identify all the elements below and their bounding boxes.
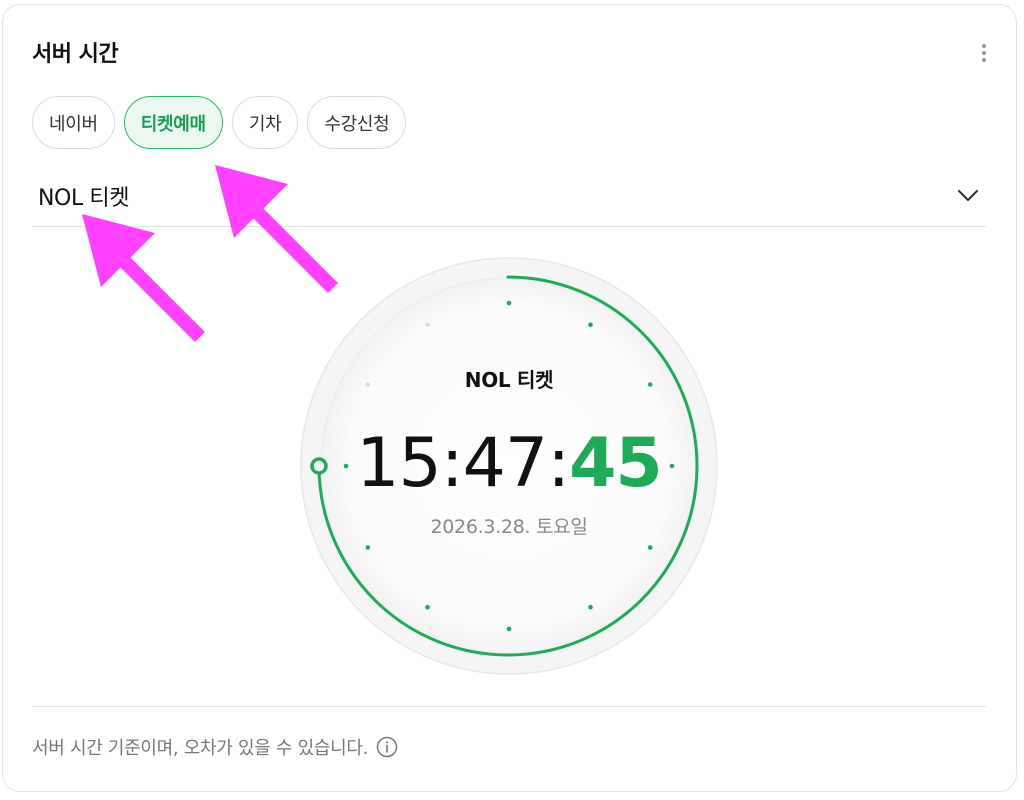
more-options-button[interactable] (972, 38, 996, 68)
category-tabs: 네이버 티켓예매 기차 수강신청 (32, 96, 407, 149)
clock-tick-4 (647, 545, 653, 550)
tab-naver[interactable]: 네이버 (32, 96, 115, 149)
clock-seconds: 45 (569, 424, 663, 503)
tab-train[interactable]: 기차 (231, 96, 299, 149)
clock-hours-minutes: 15:47: (356, 424, 570, 503)
clock-time: 15:47:45 (299, 424, 719, 504)
card-title: 서버 시간 (32, 42, 119, 67)
chevron-down-icon (958, 190, 978, 201)
info-icon[interactable] (376, 736, 398, 758)
notice-text: 서버 시간 기준이며, 오차가 있을 수 있습니다. (32, 738, 369, 759)
more-vertical-icon (982, 44, 986, 48)
clock-site-label: NOL 티켓 (464, 368, 554, 392)
site-select-value: NOL 티켓 (38, 186, 130, 211)
server-clock: NOL 티켓 15:47:45 2026.3.28. 토요일 (299, 256, 719, 676)
site-select[interactable]: NOL 티켓 (32, 166, 986, 227)
footer-divider (32, 706, 986, 707)
clock-tick-0 (506, 300, 512, 306)
clock-date: 2026.3.28. 토요일 (430, 516, 588, 538)
clock-tick-8 (365, 545, 371, 550)
clock-tick-5 (588, 604, 593, 610)
clock-tick-1 (588, 322, 593, 328)
clock-tick-11 (425, 322, 430, 327)
footer-notice: 서버 시간 기준이며, 오차가 있을 수 있습니다. (32, 734, 398, 760)
tab-ticketing[interactable]: 티켓예매 (123, 96, 223, 149)
tab-course-registration[interactable]: 수강신청 (307, 96, 407, 149)
clock-tick-7 (425, 604, 430, 610)
clock-tick-6 (506, 626, 512, 632)
